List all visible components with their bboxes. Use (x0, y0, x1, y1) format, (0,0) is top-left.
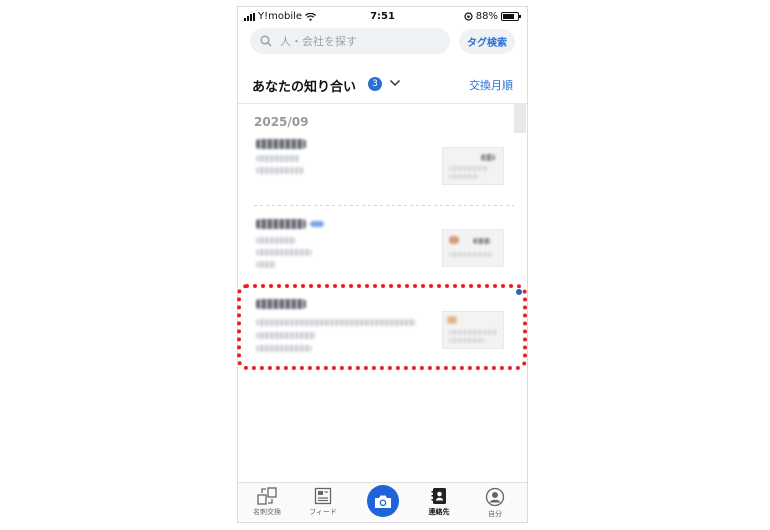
contact-title-redacted (256, 249, 312, 256)
tab-feed[interactable]: フィード (298, 487, 348, 517)
list-item-contact[interactable] (238, 135, 527, 207)
new-badge-redacted (310, 221, 324, 227)
card-text-redacted (449, 338, 485, 343)
contact-company-redacted (256, 237, 296, 244)
card-text-redacted (473, 238, 491, 244)
contact-name-redacted (256, 299, 306, 309)
phone-screen: Y!mobile 7:51 88% タグ検索 あなたの知り合い 3 交換月順 2… (237, 6, 528, 523)
business-card-thumbnail[interactable] (442, 147, 504, 185)
battery-percent: 88% (475, 11, 498, 22)
camera-scan-button[interactable] (367, 485, 399, 517)
contact-extra-redacted (256, 261, 276, 268)
search-icon (260, 35, 272, 47)
sort-order-link[interactable]: 交換月順 (469, 77, 513, 93)
card-text-redacted (449, 174, 479, 179)
list-item-contact[interactable] (238, 215, 527, 287)
search-row: タグ検索 (250, 28, 515, 56)
profile-icon (485, 487, 505, 507)
contact-extra-redacted (256, 345, 312, 352)
list-item-contact-highlighted[interactable] (238, 295, 527, 367)
scrollbar-thumb[interactable] (514, 103, 526, 133)
card-text-redacted (449, 330, 497, 335)
chevron-down-icon[interactable] (389, 78, 401, 88)
scroll-indicator-dot (516, 289, 522, 295)
search-input[interactable] (278, 33, 432, 49)
battery-icon (501, 12, 521, 21)
tab-profile[interactable]: 自分 (470, 487, 520, 519)
section-title: あなたの知り合い (252, 80, 357, 95)
month-header: 2025/09 (254, 115, 309, 129)
status-bar: Y!mobile 7:51 88% (238, 7, 527, 27)
tab-label: 連絡先 (428, 508, 450, 516)
orientation-lock-icon (464, 12, 473, 21)
section-header: あなたの知り合い 3 交換月順 (252, 75, 513, 95)
card-text-redacted (449, 166, 489, 171)
card-logo-redacted (481, 154, 495, 161)
count-badge: 3 (368, 77, 382, 91)
card-text-redacted (449, 252, 493, 257)
contact-company-redacted (256, 319, 416, 326)
tab-card-exchange[interactable]: 名刺交換 (242, 487, 292, 517)
tab-label: 自分 (488, 510, 502, 518)
tab-label: フィード (309, 508, 337, 516)
business-card-thumbnail[interactable] (442, 229, 504, 267)
card-exchange-icon (257, 487, 277, 505)
divider (238, 103, 527, 104)
item-separator (254, 205, 514, 206)
contacts-icon (431, 488, 446, 504)
camera-icon (375, 495, 391, 508)
search-box[interactable] (250, 28, 450, 54)
tab-contacts[interactable]: 連絡先 (414, 487, 464, 517)
contact-title-redacted (256, 332, 316, 339)
tag-search-button[interactable]: タグ検索 (459, 29, 515, 54)
card-logo-redacted (447, 316, 457, 324)
feed-icon (314, 487, 332, 505)
business-card-thumbnail[interactable] (442, 311, 504, 349)
bottom-tab-bar: 名刺交換 フィード 連絡先 自分 (238, 482, 527, 522)
tab-label: 名刺交換 (253, 508, 281, 516)
contact-name-redacted (256, 219, 306, 229)
contact-title-redacted (256, 167, 304, 174)
contact-name-redacted (256, 139, 306, 149)
card-logo-redacted (449, 236, 459, 244)
contact-company-redacted (256, 155, 300, 162)
